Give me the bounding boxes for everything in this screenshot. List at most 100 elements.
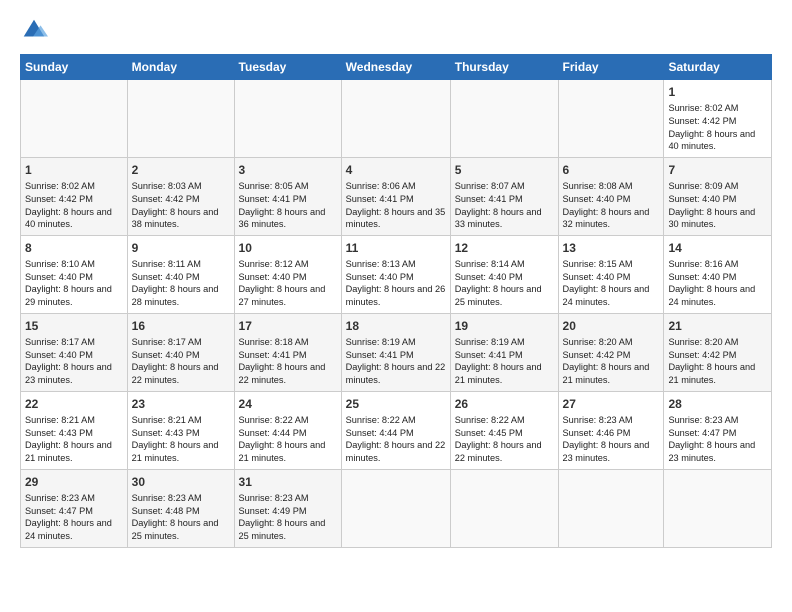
day-number: 21 — [668, 318, 767, 334]
day-header-tuesday: Tuesday — [234, 55, 341, 80]
calendar-week-row: 1Sunrise: 8:02 AMSunset: 4:42 PMDaylight… — [21, 80, 772, 158]
day-number: 10 — [239, 240, 337, 256]
day-info: Sunrise: 8:21 AMSunset: 4:43 PMDaylight:… — [132, 414, 230, 465]
calendar-cell: 9 Sunrise: 8:11 AMSunset: 4:40 PMDaylight… — [127, 235, 234, 313]
day-info: Sunrise: 8:03 AMSunset: 4:42 PMDaylight:… — [132, 180, 230, 231]
calendar-cell: 1Sunrise: 8:02 AMSunset: 4:42 PMDaylight… — [664, 80, 772, 158]
day-info: Sunrise: 8:20 AMSunset: 4:42 PMDaylight:… — [563, 336, 660, 387]
day-number: 14 — [668, 240, 767, 256]
day-number: 30 — [132, 474, 230, 490]
day-number: 18 — [346, 318, 446, 334]
day-header-friday: Friday — [558, 55, 664, 80]
day-number: 19 — [455, 318, 554, 334]
day-number: 5 — [455, 162, 554, 178]
calendar-cell: 29 Sunrise: 8:23 AMSunset: 4:47 PMDayligh… — [21, 469, 128, 547]
day-info: Sunrise: 8:23 AMSunset: 4:49 PMDaylight:… — [239, 492, 337, 543]
day-number: 13 — [563, 240, 660, 256]
calendar-cell: 12Sunrise: 8:14 AMSunset: 4:40 PMDayligh… — [450, 235, 558, 313]
day-number: 28 — [668, 396, 767, 412]
calendar-cell — [450, 80, 558, 158]
day-info: Sunrise: 8:17 AMSunset: 4:40 PMDaylight:… — [132, 336, 230, 387]
day-info: Sunrise: 8:19 AMSunset: 4:41 PMDaylight:… — [455, 336, 554, 387]
calendar-week-row: 1 Sunrise: 8:02 AMSunset: 4:42 PMDaylight… — [21, 157, 772, 235]
calendar-cell — [127, 80, 234, 158]
calendar-cell: 2 Sunrise: 8:03 AMSunset: 4:42 PMDaylight… — [127, 157, 234, 235]
day-number: 26 — [455, 396, 554, 412]
day-info: Sunrise: 8:02 AMSunset: 4:42 PMDaylight:… — [25, 180, 123, 231]
day-number: 25 — [346, 396, 446, 412]
calendar-cell: 1 Sunrise: 8:02 AMSunset: 4:42 PMDaylight… — [21, 157, 128, 235]
calendar-cell — [664, 469, 772, 547]
day-number: 15 — [25, 318, 123, 334]
day-number: 27 — [563, 396, 660, 412]
day-number: 23 — [132, 396, 230, 412]
page: SundayMondayTuesdayWednesdayThursdayFrid… — [0, 0, 792, 612]
day-number: 12 — [455, 240, 554, 256]
day-info: Sunrise: 8:02 AMSunset: 4:42 PMDaylight:… — [668, 102, 767, 153]
calendar-cell: 31 Sunrise: 8:23 AMSunset: 4:49 PMDayligh… — [234, 469, 341, 547]
day-info: Sunrise: 8:22 AMSunset: 4:44 PMDaylight:… — [346, 414, 446, 465]
day-info: Sunrise: 8:22 AMSunset: 4:44 PMDaylight:… — [239, 414, 337, 465]
day-number: 20 — [563, 318, 660, 334]
day-header-monday: Monday — [127, 55, 234, 80]
calendar-week-row: 22 Sunrise: 8:21 AMSunset: 4:43 PMDayligh… — [21, 391, 772, 469]
calendar-cell — [234, 80, 341, 158]
calendar-cell — [558, 469, 664, 547]
day-info: Sunrise: 8:19 AMSunset: 4:41 PMDaylight:… — [346, 336, 446, 387]
day-number: 17 — [239, 318, 337, 334]
calendar-cell: 11 Sunrise: 8:13 AMSunset: 4:40 PMDayligh… — [341, 235, 450, 313]
day-info: Sunrise: 8:23 AMSunset: 4:46 PMDaylight:… — [563, 414, 660, 465]
day-info: Sunrise: 8:13 AMSunset: 4:40 PMDaylight:… — [346, 258, 446, 309]
calendar-cell: 8Sunrise: 8:10 AMSunset: 4:40 PMDaylight… — [21, 235, 128, 313]
day-number: 31 — [239, 474, 337, 490]
calendar-cell: 15 Sunrise: 8:17 AMSunset: 4:40 PMDayligh… — [21, 313, 128, 391]
day-info: Sunrise: 8:16 AMSunset: 4:40 PMDaylight:… — [668, 258, 767, 309]
day-info: Sunrise: 8:11 AMSunset: 4:40 PMDaylight:… — [132, 258, 230, 309]
day-number: 2 — [132, 162, 230, 178]
day-info: Sunrise: 8:22 AMSunset: 4:45 PMDaylight:… — [455, 414, 554, 465]
day-number: 7 — [668, 162, 767, 178]
calendar-cell: 3Sunrise: 8:05 AMSunset: 4:41 PMDaylight… — [234, 157, 341, 235]
calendar-cell: 25 Sunrise: 8:22 AMSunset: 4:44 PMDayligh… — [341, 391, 450, 469]
day-number: 16 — [132, 318, 230, 334]
calendar-cell: 27 Sunrise: 8:23 AMSunset: 4:46 PMDayligh… — [558, 391, 664, 469]
calendar-week-row: 15 Sunrise: 8:17 AMSunset: 4:40 PMDayligh… — [21, 313, 772, 391]
day-info: Sunrise: 8:17 AMSunset: 4:40 PMDaylight:… — [25, 336, 123, 387]
calendar-cell: 26 Sunrise: 8:22 AMSunset: 4:45 PMDayligh… — [450, 391, 558, 469]
calendar-cell — [558, 80, 664, 158]
day-number: 22 — [25, 396, 123, 412]
calendar-cell: 13 Sunrise: 8:15 AMSunset: 4:40 PMDayligh… — [558, 235, 664, 313]
calendar-cell: 16 Sunrise: 8:17 AMSunset: 4:40 PMDayligh… — [127, 313, 234, 391]
calendar-cell — [341, 469, 450, 547]
calendar-week-row: 8Sunrise: 8:10 AMSunset: 4:40 PMDaylight… — [21, 235, 772, 313]
day-number: 9 — [132, 240, 230, 256]
logo — [20, 16, 50, 44]
day-number: 4 — [346, 162, 446, 178]
day-info: Sunrise: 8:20 AMSunset: 4:42 PMDaylight:… — [668, 336, 767, 387]
day-number: 1 — [25, 162, 123, 178]
day-info: Sunrise: 8:09 AMSunset: 4:40 PMDaylight:… — [668, 180, 767, 231]
calendar-header-row: SundayMondayTuesdayWednesdayThursdayFrid… — [21, 55, 772, 80]
day-info: Sunrise: 8:15 AMSunset: 4:40 PMDaylight:… — [563, 258, 660, 309]
day-info: Sunrise: 8:12 AMSunset: 4:40 PMDaylight:… — [239, 258, 337, 309]
calendar-cell: 23 Sunrise: 8:21 AMSunset: 4:43 PMDayligh… — [127, 391, 234, 469]
calendar-cell: 22Sunrise: 8:21 AMSunset: 4:43 PMDayligh… — [21, 391, 128, 469]
day-info: Sunrise: 8:23 AMSunset: 4:48 PMDaylight:… — [132, 492, 230, 543]
calendar: SundayMondayTuesdayWednesdayThursdayFrid… — [20, 54, 772, 548]
calendar-cell: 30 Sunrise: 8:23 AMSunset: 4:48 PMDayligh… — [127, 469, 234, 547]
calendar-cell: 24Sunrise: 8:22 AMSunset: 4:44 PMDayligh… — [234, 391, 341, 469]
calendar-cell: 28Sunrise: 8:23 AMSunset: 4:47 PMDayligh… — [664, 391, 772, 469]
day-number: 6 — [563, 162, 660, 178]
day-info: Sunrise: 8:23 AMSunset: 4:47 PMDaylight:… — [25, 492, 123, 543]
calendar-cell: 6 Sunrise: 8:08 AMSunset: 4:40 PMDaylight… — [558, 157, 664, 235]
day-header-wednesday: Wednesday — [341, 55, 450, 80]
logo-icon — [20, 16, 48, 44]
calendar-cell: 21 Sunrise: 8:20 AMSunset: 4:42 PMDayligh… — [664, 313, 772, 391]
calendar-cell: 14 Sunrise: 8:16 AMSunset: 4:40 PMDayligh… — [664, 235, 772, 313]
day-info: Sunrise: 8:05 AMSunset: 4:41 PMDaylight:… — [239, 180, 337, 231]
day-info: Sunrise: 8:08 AMSunset: 4:40 PMDaylight:… — [563, 180, 660, 231]
day-info: Sunrise: 8:07 AMSunset: 4:41 PMDaylight:… — [455, 180, 554, 231]
day-number: 29 — [25, 474, 123, 490]
calendar-week-row: 29 Sunrise: 8:23 AMSunset: 4:47 PMDayligh… — [21, 469, 772, 547]
day-number: 11 — [346, 240, 446, 256]
